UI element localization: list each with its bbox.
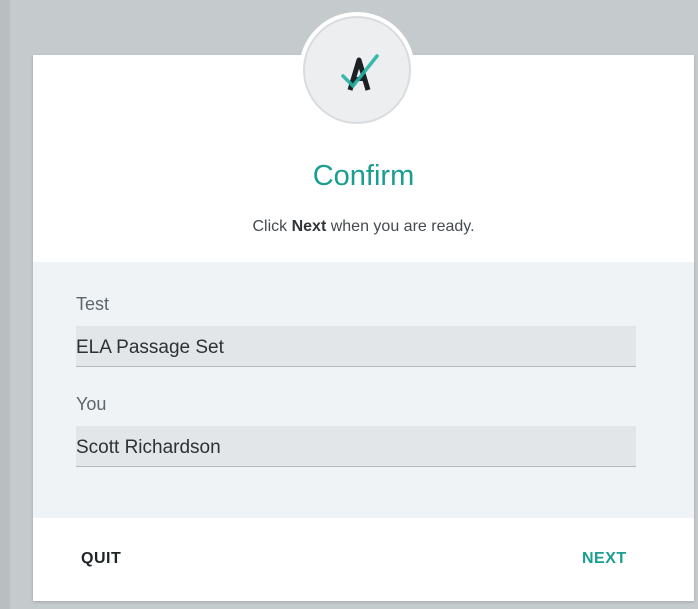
you-value: Scott Richardson	[76, 437, 221, 458]
next-button[interactable]: NEXT	[582, 550, 627, 568]
subtitle-suffix: when you are ready.	[326, 218, 475, 235]
logo-badge	[303, 16, 411, 124]
test-label: Test	[76, 294, 110, 314]
dialog-subtitle: Click Next when you are ready.	[33, 218, 694, 236]
a-check-logo-icon	[341, 54, 379, 91]
quit-button[interactable]: QUIT	[81, 550, 121, 568]
backdrop-edge	[0, 0, 10, 609]
dialog-title: Confirm	[312, 160, 415, 192]
subtitle-next-emphasis: Next	[291, 218, 327, 235]
test-value: ELA Passage Set	[76, 337, 224, 358]
info-panel	[33, 262, 694, 518]
subtitle-prefix: Click	[252, 218, 292, 235]
you-label: You	[76, 394, 107, 414]
